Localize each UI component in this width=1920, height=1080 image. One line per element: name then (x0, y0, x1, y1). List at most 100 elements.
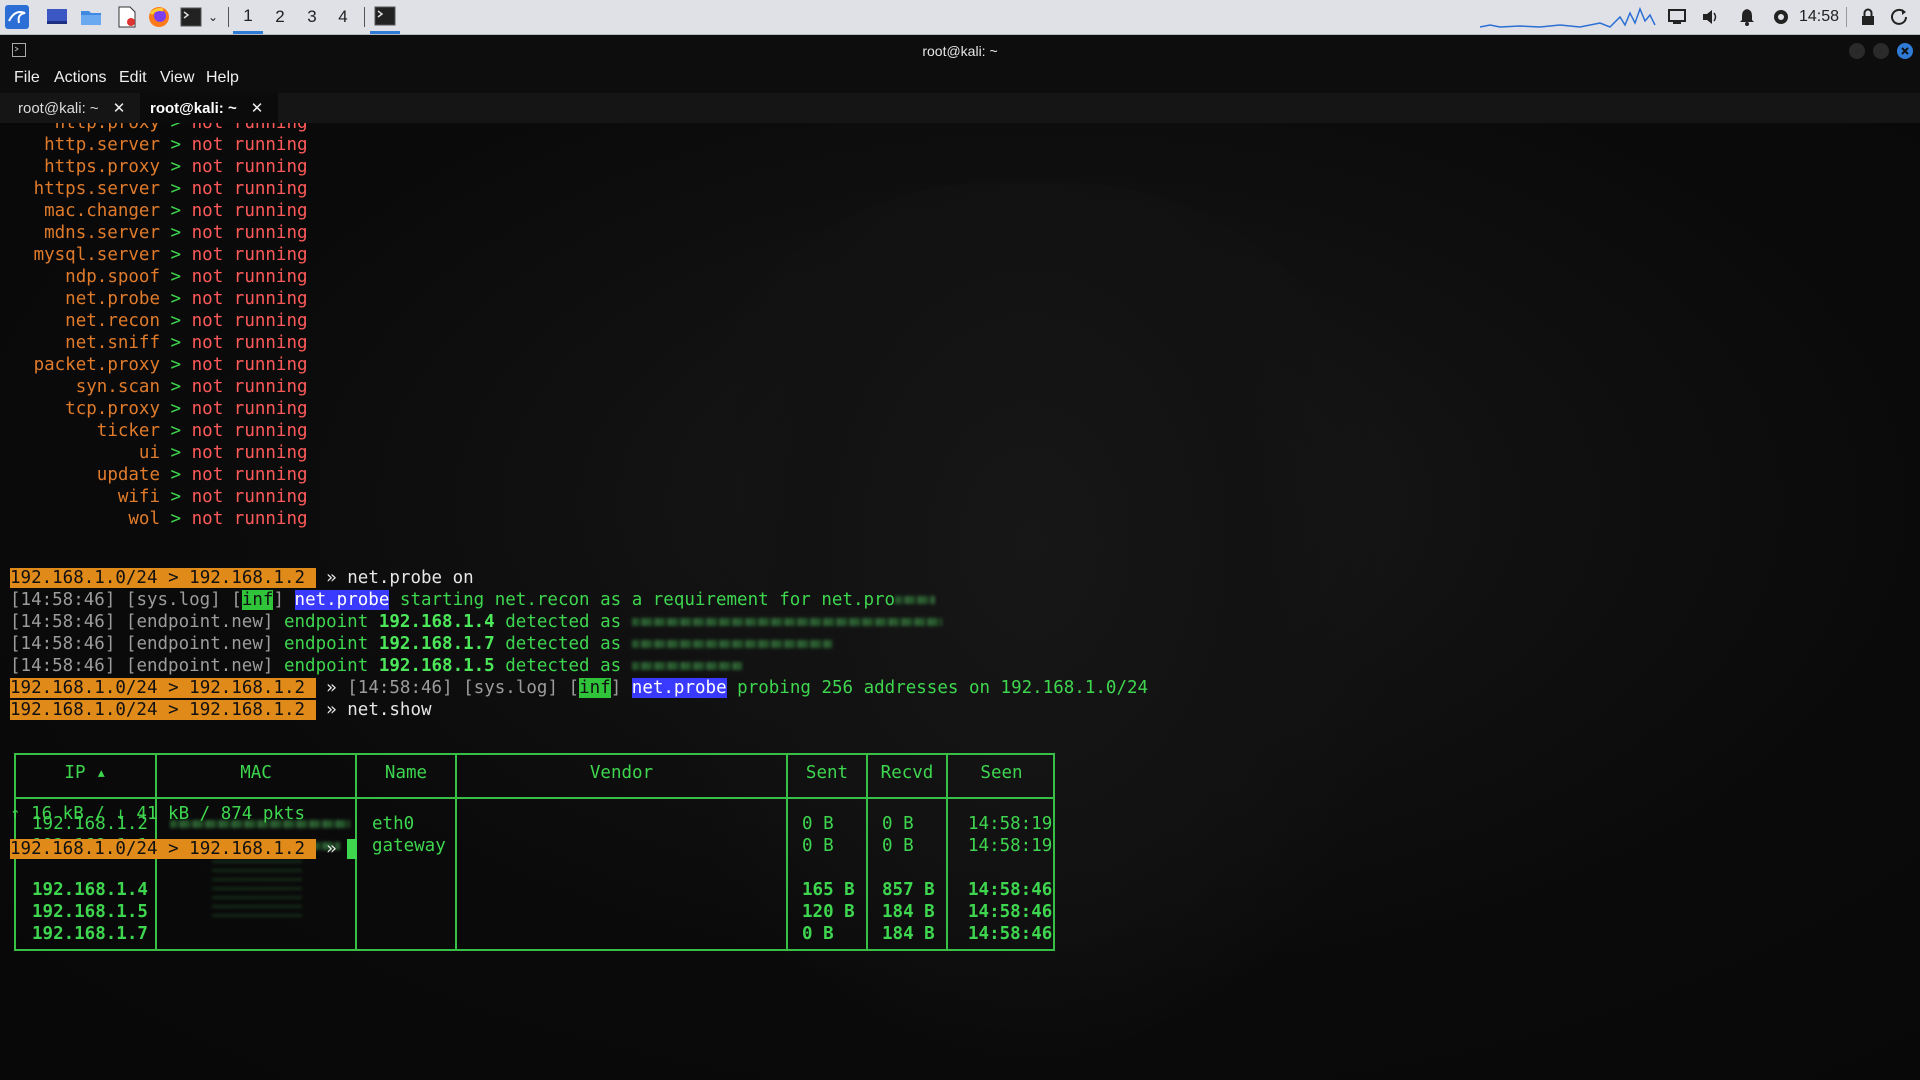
table-cell-seen: 14:58:46 (968, 924, 1053, 944)
tab-terminal-2[interactable]: root@kali: ~ ✕ (140, 93, 278, 123)
table-cell-sent: 0 B (802, 814, 834, 834)
column-header-mac[interactable]: MAC (157, 763, 355, 783)
log-line: [14:58:46] [sys.log] [inf] net.probe sta… (10, 589, 936, 611)
module-row: mysql.server > not running (10, 244, 308, 266)
module-status: not running (191, 201, 308, 221)
module-row: update > not running (10, 464, 308, 486)
prompt-subnet: 192.168.1.0/24 > 192.168.1.2 (10, 568, 316, 588)
table-cell-seen: 14:58:46 (968, 902, 1053, 922)
module-status: not running (191, 421, 308, 441)
notifications-bell-icon[interactable] (1736, 5, 1758, 29)
terminal-output[interactable]: http.proxy > not running http.server > no… (0, 123, 1920, 1080)
module-status: not running (191, 377, 308, 397)
menu-view[interactable]: View (160, 69, 194, 87)
workspace-4[interactable]: 4 (328, 0, 358, 34)
clock[interactable]: 14:58 (1799, 0, 1839, 34)
module-row: mdns.server > not running (10, 222, 307, 244)
module-status: not running (191, 267, 308, 287)
module-row: http.server > not running (10, 134, 308, 156)
module-name: ui (138, 443, 160, 463)
menu-help[interactable]: Help (206, 69, 239, 87)
module-name: syn.scan (75, 377, 160, 397)
volume-icon[interactable] (1700, 5, 1722, 29)
taskbar-terminal-icon[interactable] (370, 0, 400, 34)
menu-edit[interactable]: Edit (119, 69, 147, 87)
redacted-mac (631, 640, 832, 648)
module-status: not running (191, 443, 308, 463)
endpoint-line: [14:58:46] [endpoint.new] endpoint 192.1… (10, 655, 742, 677)
table-cell-sent: 165 B (802, 880, 855, 900)
table-cell-sent: 0 B (802, 924, 834, 944)
logout-icon[interactable] (1888, 5, 1912, 29)
kali-menu-icon[interactable] (2, 5, 32, 29)
column-header-seen[interactable]: Seen (948, 763, 1055, 783)
module-row: net.recon > not running (10, 310, 308, 332)
module-status: not running (191, 157, 308, 177)
command-text: net.probe on (347, 568, 474, 588)
redacted-mac-cell (212, 857, 302, 917)
close-button[interactable] (1897, 43, 1913, 59)
module-row: ui > not running (10, 442, 308, 464)
module-status: not running (191, 245, 308, 265)
command-text: net.show (347, 700, 432, 720)
window-titlebar[interactable]: root@kali: ~ (0, 35, 1920, 67)
column-header-sent[interactable]: Sent (788, 763, 866, 783)
menu-bar: File Actions Edit View Help (0, 67, 1920, 93)
workspace-1[interactable]: 1 (233, 0, 263, 34)
chevron-down-icon[interactable]: ⌄ (206, 5, 220, 29)
module-status: not running (191, 487, 308, 507)
workspace-2[interactable]: 2 (265, 0, 295, 34)
file-manager-icon[interactable] (78, 5, 104, 29)
lock-screen-icon[interactable] (1857, 5, 1879, 29)
module-name: tcp.proxy (65, 399, 160, 419)
column-header-recvd[interactable]: Recvd (868, 763, 946, 783)
show-desktop-icon[interactable] (44, 5, 70, 29)
module-row: net.probe > not running (10, 288, 308, 310)
table-cell-seen: 14:58:46 (968, 880, 1053, 900)
module-status: not running (191, 289, 308, 309)
active-prompt[interactable]: 192.168.1.0/24 > 192.168.1.2 » (10, 838, 358, 860)
table-cell-ip: 192.168.1.7 (32, 924, 148, 944)
module-row: tcp.proxy > not running (10, 398, 308, 420)
menu-file[interactable]: File (14, 69, 40, 87)
module-status: not running (191, 311, 308, 331)
module-status: not running (191, 135, 308, 155)
minimize-button[interactable] (1849, 43, 1865, 59)
redacted-mac (631, 662, 742, 670)
close-tab-icon[interactable]: ✕ (251, 99, 264, 117)
menu-actions[interactable]: Actions (54, 69, 106, 87)
module-name: net.recon (65, 311, 160, 331)
module-name: https.server (33, 179, 160, 199)
module-name: wifi (117, 487, 160, 507)
table-cell-seen: 14:58:19 (968, 836, 1053, 856)
table-cell-name: gateway (372, 836, 446, 856)
endpoint-line: [14:58:46] [endpoint.new] endpoint 192.1… (10, 633, 832, 655)
tab-terminal-1[interactable]: root@kali: ~ ✕ (8, 93, 140, 123)
endpoint-line: [14:58:46] [endpoint.new] endpoint 192.1… (10, 611, 942, 633)
module-status: not running (191, 399, 308, 419)
firefox-icon[interactable] (146, 5, 172, 29)
close-tab-icon[interactable]: ✕ (113, 99, 126, 117)
redacted-mac (631, 618, 942, 626)
module-row: ticker > not running (10, 420, 308, 442)
column-header-ip[interactable]: IP ▴ (16, 763, 155, 783)
display-icon[interactable] (1666, 5, 1688, 29)
terminal-launcher-icon[interactable] (178, 5, 204, 29)
module-name: http.server (44, 135, 160, 155)
module-status: not running (191, 333, 308, 353)
module-status: not running (191, 123, 308, 133)
prompt-line: 192.168.1.0/24 > 192.168.1.2 » net.probe… (10, 568, 474, 588)
module-row: https.server > not running (10, 178, 308, 200)
power-manager-icon[interactable] (1770, 5, 1792, 29)
workspace-3[interactable]: 3 (297, 0, 327, 34)
prompt-line: 192.168.1.0/24 > 192.168.1.2 » net.show (10, 700, 432, 720)
table-cell-seen: 14:58:19 (968, 814, 1053, 834)
module-name: mac.changer (44, 201, 160, 221)
maximize-button[interactable] (1873, 43, 1889, 59)
text-editor-icon[interactable] (114, 5, 140, 29)
column-header-name[interactable]: Name (357, 763, 455, 783)
traffic-stats: ↑ 16 kB / ↓ 41 kB / 874 pkts (10, 804, 306, 824)
module-row: syn.scan > not running (10, 376, 308, 398)
column-header-vendor[interactable]: Vendor (457, 763, 786, 783)
module-name: update (96, 465, 160, 485)
